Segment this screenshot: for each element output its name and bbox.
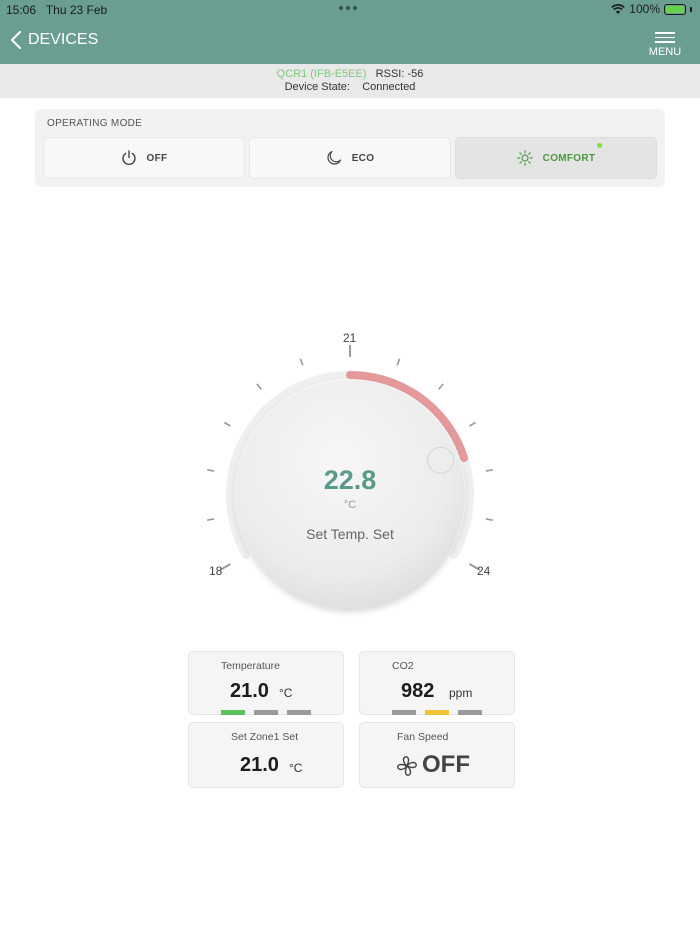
- dial-max-label: 24: [477, 564, 491, 578]
- co2-level-bars: [392, 710, 482, 715]
- rssi: RSSI: -56: [375, 68, 424, 80]
- fan-icon: [397, 756, 417, 776]
- temperature-title: Temperature: [221, 660, 280, 672]
- dial-tick: [438, 383, 444, 390]
- temperature-level-bar: [221, 710, 245, 715]
- dial-tick: [256, 383, 262, 390]
- dial-min-label: 18: [209, 564, 223, 578]
- mode-comfort-label: COMFORT: [542, 152, 596, 164]
- dial-label: Set Temp. Set: [306, 526, 394, 542]
- dial-setpoint-value: 22.8: [323, 465, 377, 495]
- app-header: 15:06 Thu 23 Feb 100% DEVICES MENU: [0, 0, 700, 64]
- temperature-level-bar: [254, 710, 278, 715]
- fan-speed-title: Fan Speed: [397, 731, 449, 743]
- co2-card: CO2 982 ppm: [359, 651, 515, 715]
- moon-icon: [327, 150, 341, 165]
- setpoint-card[interactable]: Set Zone1 Set 21.0 °C: [188, 722, 344, 788]
- dial-unit: °C: [343, 499, 357, 511]
- device-state-label: Device State:: [284, 81, 350, 93]
- power-icon: [121, 150, 136, 165]
- mode-off-button[interactable]: OFF: [43, 137, 245, 179]
- menu-button[interactable]: MENU: [648, 29, 682, 58]
- fan-speed-value: OFF: [422, 751, 470, 778]
- co2-value: 982: [401, 680, 435, 702]
- battery-percent: 100%: [629, 2, 660, 16]
- dial-tick: [485, 518, 493, 521]
- dial-tick: [207, 518, 215, 521]
- device-state-value: Connected: [362, 81, 416, 93]
- status-date: Thu 23 Feb: [45, 3, 108, 17]
- temperature-level-bars: [221, 710, 311, 715]
- co2-title: CO2: [392, 660, 414, 672]
- menu-label: MENU: [648, 45, 682, 58]
- dial-tick: [469, 421, 476, 427]
- fan-speed-card[interactable]: Fan Speed OFF: [359, 722, 515, 788]
- sun-icon: [516, 150, 533, 166]
- back-label: DEVICES: [28, 31, 99, 48]
- co2-unit: ppm: [449, 686, 473, 700]
- co2-level-bar: [392, 710, 416, 715]
- chevron-left-icon: [10, 31, 22, 49]
- dial-tick: [224, 421, 231, 427]
- multitasking-dots-icon[interactable]: [339, 6, 361, 12]
- device-name: QCR1 (IFB-E5EE): [276, 68, 367, 80]
- status-bar: 15:06 Thu 23 Feb 100%: [0, 0, 700, 20]
- mode-off-label: OFF: [146, 152, 168, 164]
- device-info: QCR1 (IFB-E5EE) RSSI: -56 Device State: …: [0, 64, 700, 98]
- temperature-value: 21.0: [230, 680, 269, 702]
- temperature-level-bar: [287, 710, 311, 715]
- setpoint-title: Set Zone1 Set: [231, 731, 299, 743]
- dial-mid-label: 21: [343, 331, 357, 345]
- operating-mode-title: OPERATING MODE: [47, 118, 143, 129]
- co2-level-bar: [458, 710, 482, 715]
- co2-level-bar: [425, 710, 449, 715]
- temperature-unit: °C: [279, 686, 293, 700]
- operating-mode-panel: OPERATING MODE OFF ECO COMFORT: [35, 109, 665, 187]
- setpoint-value: 21.0: [240, 754, 279, 776]
- back-button[interactable]: DEVICES: [10, 31, 98, 49]
- dial-tick: [299, 358, 304, 366]
- dial-tick: [396, 358, 401, 366]
- wifi-icon: [611, 3, 626, 14]
- active-indicator-dot: [597, 143, 602, 148]
- hamburger-icon: [655, 32, 675, 43]
- mode-eco-button[interactable]: ECO: [249, 137, 451, 179]
- battery-icon: [664, 3, 686, 15]
- setpoint-unit: °C: [289, 761, 303, 775]
- temperature-card: Temperature 21.0 °C: [188, 651, 344, 715]
- status-time: 15:06: [6, 3, 37, 17]
- mode-comfort-button[interactable]: COMFORT: [455, 137, 657, 179]
- mode-eco-label: ECO: [351, 152, 375, 164]
